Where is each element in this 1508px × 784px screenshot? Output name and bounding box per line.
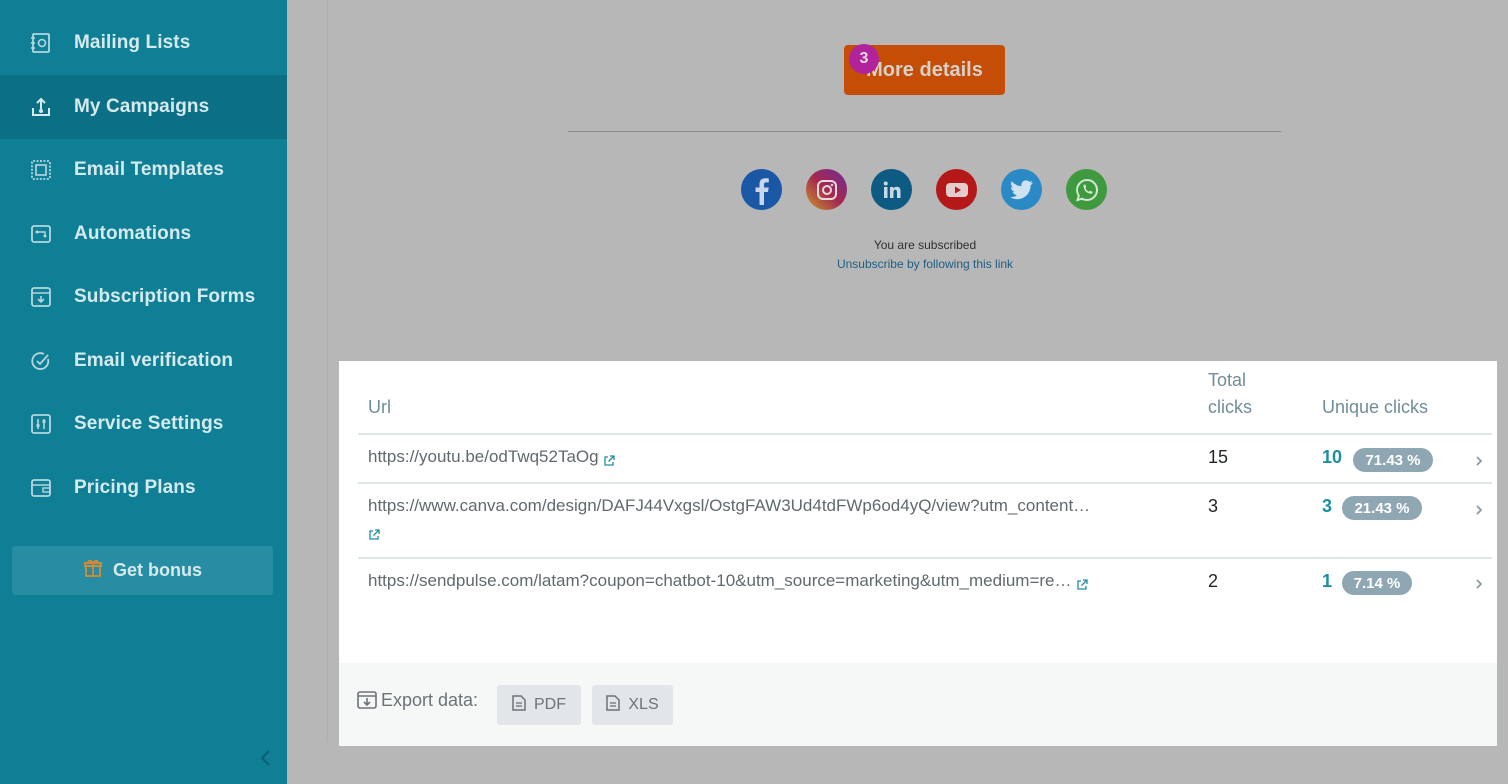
sidebar-item-label: Pricing Plans <box>74 477 196 498</box>
sidebar-item-label: Subscription Forms <box>74 286 256 307</box>
row-expand-chevron-icon[interactable] <box>1474 503 1484 515</box>
instagram-icon[interactable] <box>806 169 847 210</box>
export-xls-label: XLS <box>628 696 659 713</box>
total-clicks-value: 15 <box>1208 447 1229 467</box>
sidebar-item-email-verification[interactable]: Email verification <box>0 329 287 393</box>
url-link[interactable]: https://sendpulse.com/latam?coupon=chatb… <box>368 571 1072 590</box>
external-link-icon[interactable] <box>603 452 615 466</box>
column-header-unique-clicks: Unique clicks <box>1322 397 1429 417</box>
automations-icon <box>30 223 52 245</box>
row-expand-chevron-icon[interactable] <box>1474 454 1484 466</box>
unsubscribe-link[interactable]: Unsubscribe by following this link <box>800 257 1050 271</box>
unique-clicks-value[interactable]: 3 <box>1322 496 1332 517</box>
export-bar: Export data: PDF XLS <box>339 663 1497 746</box>
export-xls-button[interactable]: XLS <box>592 685 673 725</box>
wallet-icon <box>30 477 52 499</box>
sidebar-item-label: My Campaigns <box>74 96 210 117</box>
sidebar-item-mailing-lists[interactable]: Mailing Lists <box>0 11 287 75</box>
url-link[interactable]: https://youtu.be/odTwq52TaOg <box>368 447 599 466</box>
collapse-sidebar-chevron-icon[interactable] <box>256 746 276 770</box>
sidebar-item-label: Email Templates <box>74 159 225 180</box>
sidebar: Mailing Lists My Campaigns Email Templat… <box>0 0 287 784</box>
facebook-icon[interactable] <box>741 169 782 210</box>
document-icon <box>512 694 526 716</box>
external-link-icon[interactable] <box>1076 576 1088 590</box>
sidebar-item-label: Service Settings <box>74 413 224 434</box>
percent-badge: 21.43 % <box>1342 496 1422 520</box>
total-clicks-value: 3 <box>1208 496 1219 516</box>
table-row-url[interactable]: https://youtu.be/odTwq52TaOg <box>368 447 615 467</box>
export-pdf-label: PDF <box>534 696 566 713</box>
gift-icon <box>83 558 103 583</box>
total-header-line1: Total <box>1208 370 1247 390</box>
column-header-url: Url <box>368 397 391 417</box>
sidebar-item-label: Mailing Lists <box>74 32 191 53</box>
subscribed-text: You are subscribed <box>873 238 977 252</box>
sidebar-item-automations[interactable]: Automations <box>0 202 287 266</box>
divider <box>568 131 1281 132</box>
youtube-icon[interactable] <box>936 169 977 210</box>
export-download-icon <box>357 690 377 710</box>
column-header-total-clicks: Total clicks <box>1208 367 1252 421</box>
sidebar-item-label: Automations <box>74 223 192 244</box>
whatsapp-icon[interactable] <box>1066 169 1107 210</box>
click-count-badge: 3 <box>849 44 879 74</box>
more-details-label: More details <box>866 58 983 81</box>
table-row-url[interactable]: https://sendpulse.com/latam?coupon=chatb… <box>368 571 1088 591</box>
url-link[interactable]: https://www.canva.com/design/DAFJ44Vxgsl… <box>368 496 1090 515</box>
percent-badge: 71.43 % <box>1353 448 1433 472</box>
linkedin-icon[interactable] <box>871 169 912 210</box>
mailing-lists-icon <box>30 32 52 54</box>
verification-check-icon <box>30 350 52 372</box>
link-clicks-table: Url Total clicks Unique clicks https://y… <box>339 361 1497 663</box>
unique-clicks-value[interactable]: 1 <box>1322 571 1332 592</box>
get-bonus-label: Get bonus <box>113 560 202 580</box>
total-clicks-value: 2 <box>1208 571 1219 591</box>
external-link-icon[interactable] <box>368 528 380 540</box>
sidebar-item-my-campaigns[interactable]: My Campaigns <box>0 75 287 139</box>
get-bonus-button[interactable]: Get bonus <box>12 546 273 595</box>
table-row-url[interactable]: https://www.canva.com/design/DAFJ44Vxgsl… <box>368 496 1090 516</box>
subscription-forms-icon <box>30 286 52 308</box>
sidebar-item-label: Email verification <box>74 350 234 371</box>
templates-icon <box>30 159 52 181</box>
sidebar-item-pricing-plans[interactable]: Pricing Plans <box>0 456 287 520</box>
campaigns-upload-icon <box>30 96 52 118</box>
export-label: Export data: <box>381 690 479 710</box>
total-header-line2: clicks <box>1208 397 1252 417</box>
sidebar-item-email-templates[interactable]: Email Templates <box>0 138 287 202</box>
document-icon <box>606 694 621 716</box>
unique-clicks-value[interactable]: 10 <box>1322 447 1342 468</box>
sidebar-item-subscription-forms[interactable]: Subscription Forms <box>0 265 287 329</box>
twitter-icon[interactable] <box>1001 169 1042 210</box>
settings-sliders-icon <box>30 413 52 435</box>
percent-badge: 7.14 % <box>1342 571 1412 595</box>
row-divider <box>358 482 1492 484</box>
sidebar-item-service-settings[interactable]: Service Settings <box>0 392 287 456</box>
row-expand-chevron-icon[interactable] <box>1474 577 1484 589</box>
row-divider <box>358 557 1492 559</box>
header-divider <box>358 433 1492 435</box>
export-pdf-button[interactable]: PDF <box>497 685 581 725</box>
